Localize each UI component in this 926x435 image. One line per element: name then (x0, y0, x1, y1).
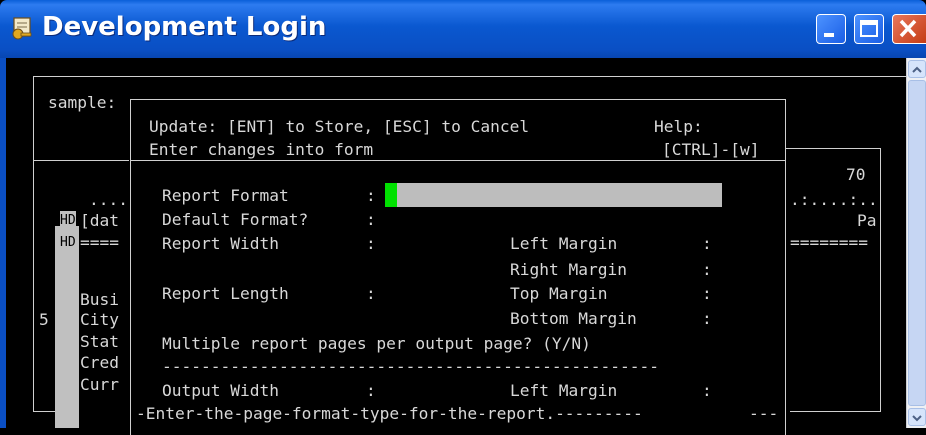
bg-form-divider (33, 160, 129, 161)
bg-field-city: City (80, 310, 119, 329)
bg-num-5: 5 (39, 310, 49, 329)
default-format-colon: : (366, 210, 376, 229)
report-length-label: Report Length (162, 284, 289, 303)
right-margin-label: Right Margin (510, 260, 627, 279)
terminal-area[interactable]: sample: 70 .... .:....:.. [dat Pa ==== =… (0, 0, 907, 435)
dialog-help-label: Help: (654, 117, 703, 136)
status-line-tail: --- (749, 404, 779, 423)
bg-form-divider-right (785, 148, 880, 149)
bg-sample-label: sample: (48, 93, 117, 112)
bg-field-stat: Stat (80, 332, 119, 351)
report-format-colon: : (366, 186, 376, 205)
default-format-label: Default Format? (162, 210, 309, 229)
status-line: -Enter-the-page-format-type-for-the-repo… (136, 404, 643, 423)
report-format-label: Report Format (162, 186, 289, 205)
bg-row-eq-right: ======== (790, 233, 868, 252)
right-margin-colon: : (702, 260, 712, 279)
left-margin-label: Left Margin (510, 234, 618, 253)
dialog-help-keys: [CTRL]-[w] (662, 140, 760, 159)
text-cursor (385, 183, 397, 207)
bg-row-eq-left: ==== (80, 233, 119, 252)
report-width-colon: : (366, 234, 376, 253)
chevron-down-icon (912, 415, 922, 422)
bg-form-bottom-right (790, 411, 880, 412)
bottom-margin-colon: : (702, 309, 712, 328)
report-format-input[interactable] (385, 183, 722, 207)
top-margin-label: Top Margin (510, 284, 608, 303)
left-margin-colon: : (702, 234, 712, 253)
output-left-margin-label: Left Margin (510, 381, 618, 400)
output-width-label: Output Width (162, 381, 279, 400)
bg-row-pa: Pa (857, 211, 877, 230)
bg-form-right-edge (880, 148, 881, 412)
output-width-colon: : (366, 381, 376, 400)
dialog-enter-instructions: Enter changes into form (149, 140, 374, 159)
multiple-pages-label: Multiple report pages per output page? (… (162, 334, 591, 353)
top-margin-colon: : (702, 284, 712, 303)
scroll-thumb[interactable] (908, 80, 926, 406)
output-left-margin-colon: : (702, 381, 712, 400)
chevron-up-icon (912, 66, 922, 73)
bg-hd-marker: HD (60, 211, 76, 231)
bg-field-cred: Cred (80, 353, 119, 372)
bg-dots-right: .:....:.. (790, 190, 878, 209)
bottom-margin-label: Bottom Margin (510, 309, 637, 328)
bg-form-left-edge (33, 160, 34, 412)
dialog-update-instructions: Update: [ENT] to Store, [ESC] to Cancel (149, 117, 530, 136)
bg-ruler-70: 70 (846, 165, 866, 184)
vertical-scrollbar[interactable] (906, 58, 926, 428)
bg-field-curr: Curr (80, 375, 119, 394)
bg-selection-strip (55, 226, 79, 428)
bg-hd-marker: HD (60, 233, 76, 253)
bg-field-busi: Busi (80, 290, 119, 309)
dialog-header-divider (130, 160, 785, 161)
report-length-colon: : (366, 284, 376, 303)
report-width-label: Report Width (162, 234, 279, 253)
dialog-separator: ----------------------------------------… (162, 357, 660, 376)
bg-dots-left: .... (89, 190, 128, 209)
scroll-down-button[interactable] (908, 408, 926, 426)
scroll-up-button[interactable] (908, 60, 926, 78)
bg-row-dat: [dat (80, 211, 119, 230)
